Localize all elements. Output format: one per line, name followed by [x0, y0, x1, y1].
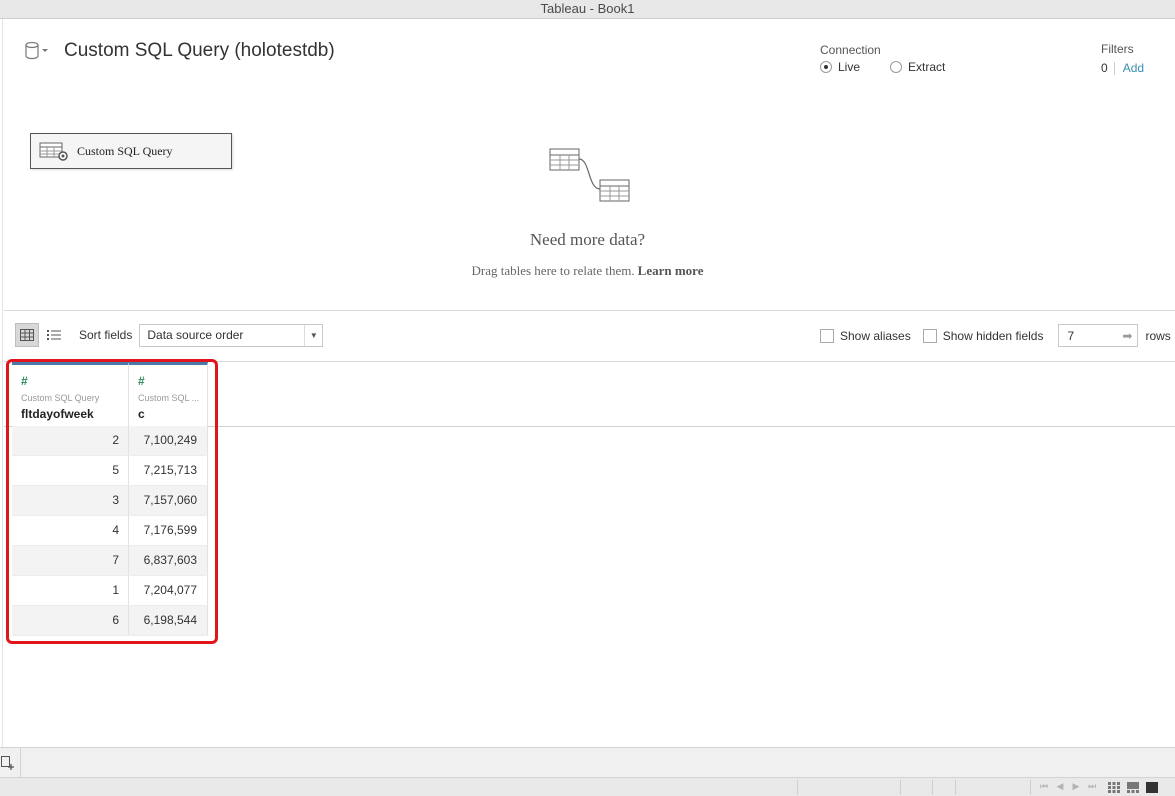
status-divider — [1030, 780, 1031, 795]
cell-c[interactable]: 6,837,603 — [129, 546, 208, 575]
need-more-data-title: Need more data? — [529, 230, 646, 249]
list-view-button[interactable] — [42, 323, 66, 347]
need-more-data-subtitle: Drag tables here to relate them. Learn mo… — [0, 263, 1175, 279]
cell-fltdayofweek[interactable]: 7 — [12, 546, 129, 575]
column-name[interactable]: c — [138, 407, 145, 421]
canvas-table-label: Custom SQL Query — [77, 143, 173, 158]
cell-c[interactable]: 7,157,060 — [129, 486, 208, 515]
datasource-header: Custom SQL Query (holotestdb) — [24, 38, 335, 64]
cell-fltdayofweek[interactable]: 3 — [12, 486, 129, 515]
status-divider — [932, 780, 933, 795]
filters-panel: Filters 0 Add — [1101, 42, 1144, 75]
connection-extract-option[interactable]: Extract — [890, 60, 945, 74]
number-type-icon[interactable]: # — [138, 374, 145, 388]
show-hidden-fields-option[interactable]: Show hidden fields — [922, 328, 1044, 343]
table-row: 6 6,198,544 — [12, 606, 208, 636]
cell-fltdayofweek[interactable]: 6 — [12, 606, 129, 635]
window-title: Tableau - Book1 — [540, 1, 635, 16]
cell-c[interactable]: 6,198,544 — [129, 606, 208, 635]
learn-more-link[interactable]: Learn more — [638, 263, 704, 278]
sheetbar-divider — [20, 748, 21, 778]
custom-sql-table-icon — [39, 141, 69, 161]
list-icon — [47, 330, 61, 340]
number-type-icon[interactable]: # — [21, 374, 28, 388]
extract-radio[interactable] — [890, 61, 903, 73]
show-aliases-label: Show aliases — [840, 328, 911, 343]
sheet-sorter-icon[interactable] — [1108, 782, 1120, 793]
show-aliases-checkbox[interactable] — [820, 328, 834, 343]
rows-label: rows — [1145, 328, 1171, 343]
sort-fields-label: Sort fields — [79, 328, 133, 342]
column-source: Custom SQL Query — [21, 393, 100, 403]
grid-options: Show aliases Show hidden fields 7 ➡ rows — [820, 324, 1171, 347]
table-row: 4 7,176,599 — [12, 516, 208, 546]
live-label: Live — [838, 60, 861, 74]
filters-count: 0 — [1101, 61, 1115, 75]
sort-fields-value: Data source order — [147, 328, 244, 342]
rows-input[interactable]: 7 ➡ — [1058, 324, 1139, 347]
datasource-title[interactable]: Custom SQL Query (holotestdb) — [64, 40, 335, 62]
first-sheet-icon[interactable]: ⏮ — [1036, 781, 1052, 792]
cell-fltdayofweek[interactable]: 4 — [12, 516, 129, 545]
grid-view-button[interactable] — [15, 323, 39, 347]
previous-sheet-icon[interactable]: ◀ — [1052, 781, 1068, 792]
cell-fltdayofweek[interactable]: 5 — [12, 456, 129, 485]
sheet-tabs-bar — [0, 747, 1175, 778]
filters-add-link[interactable]: Add — [1123, 61, 1144, 75]
grid-toolbar: Sort fields Data source order ▼ — [15, 323, 324, 347]
column-name[interactable]: fltdayofweek — [21, 407, 94, 421]
cell-fltdayofweek[interactable]: 1 — [12, 576, 129, 605]
data-grid: # Custom SQL Query fltdayofweek # Custom… — [12, 362, 208, 636]
connection-live-option[interactable]: Live — [820, 60, 860, 74]
table-row: 7 6,837,603 — [12, 546, 208, 576]
connection-label: Connection — [820, 43, 881, 57]
chevron-down-icon[interactable]: ▼ — [304, 324, 322, 346]
show-hidden-fields-label: Show hidden fields — [942, 328, 1044, 343]
new-worksheet-icon[interactable] — [1, 756, 15, 770]
canvas-divider[interactable] — [4, 310, 1175, 311]
grid-header-row: # Custom SQL Query fltdayofweek # Custom… — [12, 362, 208, 426]
cell-c[interactable]: 7,204,077 — [129, 576, 208, 605]
cell-c[interactable]: 7,215,713 — [129, 456, 208, 485]
filters-label: Filters — [1101, 42, 1134, 56]
filmstrip-icon[interactable] — [1127, 782, 1139, 793]
cell-c[interactable]: 7,176,599 — [129, 516, 208, 545]
table-row: 1 7,204,077 — [12, 576, 208, 606]
window-titlebar: Tableau - Book1 — [0, 0, 1175, 19]
left-strip — [0, 19, 3, 747]
tabs-view-icon[interactable] — [1146, 782, 1158, 793]
show-hidden-fields-checkbox[interactable] — [922, 328, 937, 343]
rows-value: 7 — [1067, 328, 1075, 343]
arrow-right-icon[interactable]: ➡ — [1122, 329, 1132, 343]
sort-fields-select[interactable]: Data source order ▼ — [139, 323, 324, 347]
status-bar: ⏮ ◀ ▶ ⏭ — [0, 777, 1175, 796]
column-source: Custom SQL ... — [138, 393, 200, 403]
table-row: 5 7,215,713 — [12, 456, 208, 486]
cell-fltdayofweek[interactable]: 2 — [12, 426, 129, 455]
table-row: 2 7,100,249 — [12, 426, 208, 456]
last-sheet-icon[interactable]: ⏭ — [1084, 781, 1100, 792]
canvas-table-custom-sql[interactable]: Custom SQL Query — [30, 133, 232, 169]
status-divider — [797, 780, 798, 795]
drag-tables-text: Drag tables here to relate them. — [471, 263, 635, 278]
live-radio[interactable] — [820, 61, 832, 73]
next-sheet-icon[interactable]: ▶ — [1068, 781, 1084, 792]
database-icon[interactable] — [24, 40, 54, 62]
connection-panel: Connection Live Extract — [820, 43, 975, 74]
show-aliases-option[interactable]: Show aliases — [820, 328, 911, 343]
sheet-view-switcher — [1108, 782, 1165, 793]
column-header-c[interactable]: # Custom SQL ... c — [129, 362, 208, 426]
extract-label: Extract — [908, 60, 946, 74]
column-header-fltdayofweek[interactable]: # Custom SQL Query fltdayofweek — [12, 362, 129, 426]
relate-tables-icon — [548, 147, 632, 205]
status-divider — [955, 780, 956, 795]
grid-icon — [20, 329, 34, 341]
status-divider — [900, 780, 901, 795]
sheet-navigation: ⏮ ◀ ▶ ⏭ — [1036, 781, 1100, 792]
table-row: 3 7,157,060 — [12, 486, 208, 516]
cell-c[interactable]: 7,100,249 — [129, 426, 208, 455]
